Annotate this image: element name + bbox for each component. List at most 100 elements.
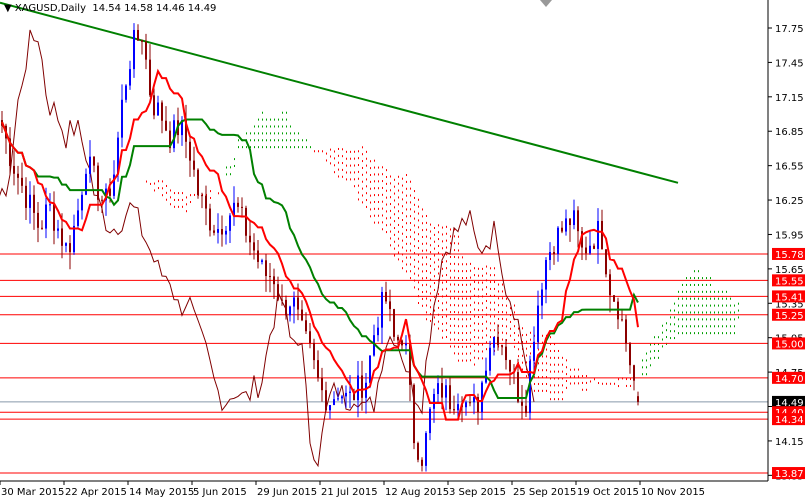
candle-body (613, 295, 615, 302)
cloud-dot (542, 369, 543, 372)
candle-body (533, 341, 535, 361)
cloud-dot (586, 381, 587, 384)
cloud-dot (398, 189, 399, 192)
cloud-dot (238, 146, 239, 149)
cloud-dot (694, 332, 695, 335)
cloud-dot (170, 203, 171, 206)
cloud-dot (430, 251, 431, 254)
cloud-dot (654, 356, 655, 359)
cloud-dot (474, 287, 475, 290)
cloud-dot (182, 198, 183, 201)
cloud-dot (350, 178, 351, 181)
cloud-dot (178, 205, 179, 208)
y-tick-label: 15.95 (775, 230, 804, 241)
candle-body (53, 204, 55, 231)
cloud-dot (354, 178, 355, 181)
cloud-dot (434, 275, 435, 278)
cloud-dot (458, 297, 459, 300)
cloud-dot (706, 283, 707, 286)
cloud-dot (422, 229, 423, 232)
cloud-dot (182, 205, 183, 208)
cloud-dot (334, 164, 335, 167)
chart-window[interactable]: ▼ XAGUSD,Daily 14.54 14.58 14.46 14.49 1… (0, 0, 805, 498)
cloud-dot (730, 325, 731, 328)
candle-body (145, 41, 147, 60)
cloud-dot (422, 297, 423, 300)
cloud-dot (430, 258, 431, 261)
cloud-dot (366, 192, 367, 195)
cloud-dot (566, 373, 567, 376)
cloud-dot (466, 318, 467, 321)
cloud-dot (506, 318, 507, 321)
cloud-dot (394, 226, 395, 229)
cloud-dot (670, 337, 671, 340)
price-chart[interactable]: 17.75 17.45 17.15 16.85 16.55 16.25 15.95 15.65… (0, 0, 805, 498)
candle-body (257, 250, 259, 262)
cloud-dot (154, 189, 155, 192)
cloud-dot (414, 272, 415, 275)
cloud-dot (338, 175, 339, 178)
cloud-dot (398, 258, 399, 261)
cloud-dot (454, 304, 455, 307)
cloud-dot (458, 338, 459, 341)
cloud-dot (726, 297, 727, 300)
cloud-dot (402, 191, 403, 194)
cloud-dot (446, 315, 447, 318)
cloud-dot (298, 139, 299, 142)
cloud-dot (426, 283, 427, 286)
cloud-dot (362, 187, 363, 190)
cloud-dot (490, 315, 491, 318)
candle-body (101, 199, 103, 201)
tenkan-line (1, 68, 639, 421)
cloud-dot (522, 354, 523, 357)
cloud-dot (414, 217, 415, 220)
cloud-dot (442, 336, 443, 339)
cloud-dot (194, 193, 195, 196)
cloud-dot (674, 323, 675, 326)
cloud-dot (530, 338, 531, 341)
cloud-dot (666, 329, 667, 332)
cloud-dot (410, 228, 411, 231)
cloud-dot (422, 256, 423, 259)
cloud-dot (250, 139, 251, 142)
candle-body (425, 433, 427, 466)
candle-body (141, 40, 143, 42)
cloud-dot (662, 324, 663, 327)
cloud-dot (470, 345, 471, 348)
candle-body (453, 409, 455, 411)
cloud-dot (446, 246, 447, 249)
cloud-dot (426, 304, 427, 307)
cloud-dot (386, 224, 387, 227)
cloud-dot (482, 322, 483, 325)
cloud-dot (458, 332, 459, 335)
cloud-dot (406, 242, 407, 245)
price-level-label: 15.41 (775, 292, 804, 303)
cloud-dot (426, 276, 427, 279)
cloud-dot (394, 233, 395, 236)
cloud-dot (694, 283, 695, 286)
cloud-dot (562, 398, 563, 401)
cloud-dot (434, 240, 435, 243)
cloud-dot (690, 277, 691, 280)
cloud-dot (174, 192, 175, 195)
cloud-dot (574, 375, 575, 378)
cloud-dot (282, 125, 283, 128)
cloud-dot (498, 304, 499, 307)
cloud-dot (454, 255, 455, 258)
cloud-dot (350, 157, 351, 160)
candle-body (545, 260, 547, 290)
cloud-dot (450, 331, 451, 334)
cloud-dot (670, 309, 671, 312)
cloud-dot (418, 219, 419, 222)
candle-body (221, 229, 223, 235)
cloud-dot (390, 203, 391, 206)
cloud-dot (410, 270, 411, 273)
cloud-dot (458, 283, 459, 286)
cloud-dot (474, 329, 475, 332)
cloud-dot (490, 322, 491, 325)
cloud-dot (390, 175, 391, 178)
cloud-dot (542, 355, 543, 358)
cloud-dot (702, 304, 703, 307)
cloud-dot (430, 237, 431, 240)
dropdown-arrow-icon[interactable]: ▼ (4, 3, 12, 14)
